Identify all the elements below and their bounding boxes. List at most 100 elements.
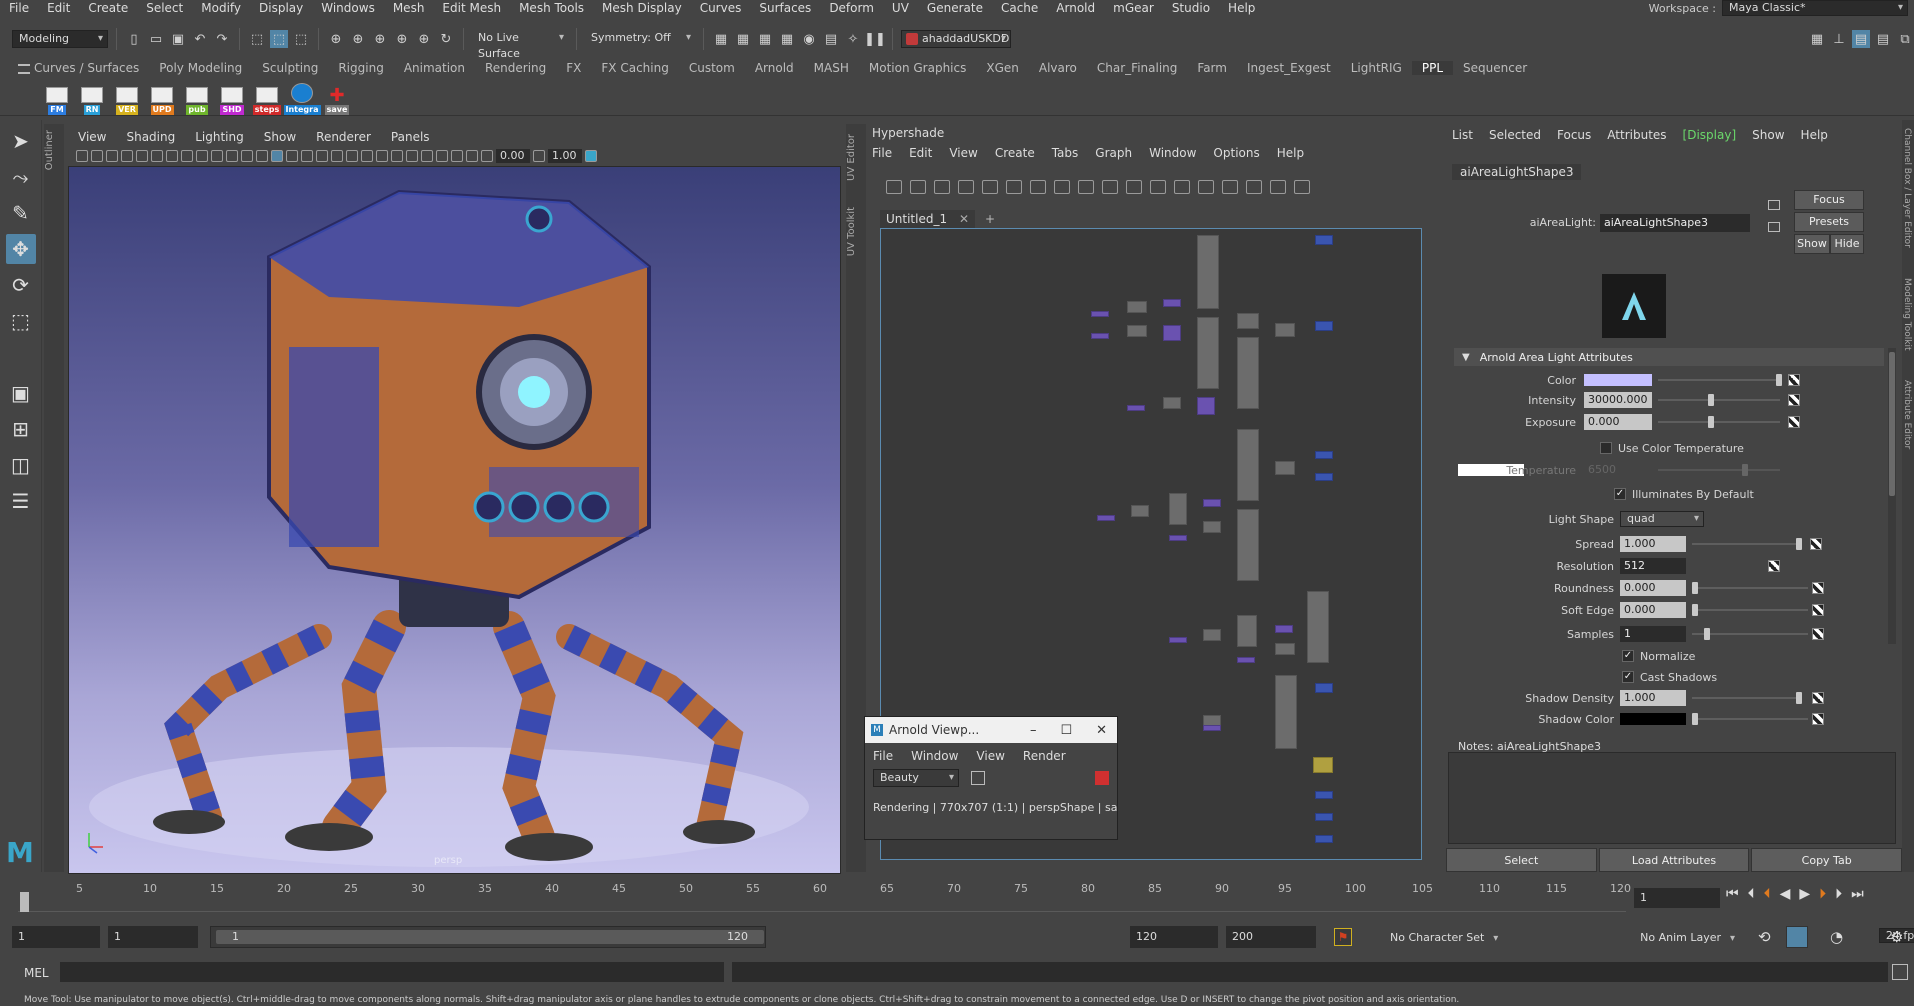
add-tab-button[interactable]: + [985, 212, 995, 226]
ae-node-tab[interactable]: aiAreaLightShape3 [1452, 164, 1582, 180]
textured-icon[interactable] [316, 150, 328, 162]
xray-joints-icon[interactable] [466, 150, 478, 162]
custom-mode-icon[interactable] [1150, 180, 1166, 194]
graph-node[interactable] [1131, 505, 1149, 517]
graph-node[interactable] [1275, 461, 1295, 475]
ae-menu-attributes[interactable]: Attributes [1607, 128, 1666, 142]
graph-node[interactable] [1197, 235, 1219, 309]
move-tool-icon[interactable]: ✥ [5, 234, 36, 264]
shadows-icon[interactable] [346, 150, 358, 162]
graph-node-shader[interactable] [1127, 405, 1145, 411]
shelf-tab-sculpting[interactable]: Sculpting [252, 61, 328, 75]
create-bookmark-icon[interactable] [1054, 180, 1070, 194]
cache-playback-icon[interactable] [1786, 926, 1808, 948]
shadow-density-field[interactable]: 1.000 [1620, 690, 1686, 706]
exposure-slider-knob[interactable] [1708, 416, 1714, 428]
use-all-lights-icon[interactable] [331, 150, 343, 162]
shelf-tab-curves-surfaces[interactable]: Curves / Surfaces [24, 61, 149, 75]
render-view-icon[interactable]: ▦ [712, 30, 730, 48]
exposure-slider[interactable] [1658, 421, 1780, 423]
shelf-tab-arnold[interactable]: Arnold [745, 61, 804, 75]
default-material-icon[interactable] [286, 150, 298, 162]
viewport-menu-view[interactable]: View [68, 130, 116, 144]
range-slider-bar[interactable]: 1 120 [216, 930, 764, 944]
arnold-menu-render[interactable]: Render [1023, 749, 1066, 763]
depth-of-field-icon[interactable] [406, 150, 418, 162]
current-frame-field[interactable]: 1 [1634, 888, 1720, 908]
soft-edge-map-button[interactable] [1812, 604, 1824, 616]
graph-node[interactable] [1275, 323, 1295, 337]
menu-curves[interactable]: Curves [691, 0, 751, 16]
full-mode-icon[interactable] [1126, 180, 1142, 194]
safe-action-icon[interactable] [241, 150, 253, 162]
shelf-tab-poly-modeling[interactable]: Poly Modeling [149, 61, 252, 75]
anti-aliasing-icon[interactable] [391, 150, 403, 162]
start-time-field[interactable]: 1 [12, 926, 100, 948]
new-scene-icon[interactable]: ▯ [125, 30, 143, 48]
intensity-field[interactable]: 30000.000 [1584, 392, 1652, 408]
color-management-icon[interactable] [585, 150, 597, 162]
step-back-key-icon[interactable]: ⏴ [1764, 886, 1771, 902]
undo-icon[interactable]: ↶ [191, 30, 209, 48]
select-object-icon[interactable]: ⬚ [270, 30, 288, 48]
arnold-menu-view[interactable]: View [976, 749, 1004, 763]
menu-surfaces[interactable]: Surfaces [750, 0, 820, 16]
snap-to-grid-icon[interactable] [1246, 180, 1262, 194]
step-back-icon[interactable]: ⏴ [1748, 886, 1755, 902]
resolution-map-button[interactable] [1768, 560, 1780, 572]
shelf-button-pub[interactable]: pub [182, 81, 212, 115]
menu-modify[interactable]: Modify [192, 0, 250, 16]
shelf-button-steps[interactable]: steps [252, 81, 282, 115]
shelf-tab-motion-graphics[interactable]: Motion Graphics [859, 61, 977, 75]
menu-cache[interactable]: Cache [992, 0, 1047, 16]
select-camera-icon[interactable] [76, 150, 88, 162]
playback-end-field[interactable]: 120 [1130, 926, 1218, 948]
menu-edit[interactable]: Edit [38, 0, 79, 16]
graph-node-shader[interactable] [1163, 325, 1181, 341]
audio-icon[interactable]: ◔ [1830, 928, 1843, 946]
menu-edit-mesh[interactable]: Edit Mesh [433, 0, 510, 16]
color-slider-knob[interactable] [1776, 374, 1782, 386]
ae-menu-help[interactable]: Help [1801, 128, 1828, 142]
spread-field[interactable]: 1.000 [1620, 536, 1686, 552]
viewport-3d[interactable]: persp [68, 166, 841, 874]
screenshot-icon[interactable] [1294, 180, 1310, 194]
symmetry-dropdown[interactable]: Symmetry: Off [585, 30, 695, 48]
hypershade-menu-file[interactable]: File [872, 146, 901, 160]
graph-node[interactable] [1275, 643, 1295, 655]
remove-selected-icon[interactable] [1006, 180, 1022, 194]
ae-select-button[interactable]: Select [1446, 848, 1597, 872]
go-to-start-icon[interactable]: ⏮ [1726, 886, 1739, 902]
crop-region-icon[interactable] [971, 771, 985, 785]
menu-studio[interactable]: Studio [1163, 0, 1219, 16]
cast-shadows-checkbox[interactable]: ✓ [1622, 671, 1634, 683]
go-to-input-icon[interactable] [1768, 200, 1780, 210]
grid-icon[interactable] [166, 150, 178, 162]
shelf-button-save[interactable]: ✚ save [322, 81, 352, 115]
outliner-layout-icon[interactable]: ☰ [6, 486, 36, 516]
exposure-icon[interactable] [481, 150, 493, 162]
connected-mode-icon[interactable] [1102, 180, 1118, 194]
menu-arnold[interactable]: Arnold [1047, 0, 1104, 16]
snap-surface-icon[interactable]: ⊕ [415, 30, 433, 48]
menu-help[interactable]: Help [1219, 0, 1264, 16]
redo-icon[interactable]: ↷ [213, 30, 231, 48]
snap-grid-icon[interactable]: ⊕ [327, 30, 345, 48]
hypershade-menu-view[interactable]: View [949, 146, 986, 160]
graph-node[interactable] [1237, 337, 1259, 409]
viewport-menu-lighting[interactable]: Lighting [185, 130, 254, 144]
graph-node-shader[interactable] [1197, 397, 1215, 415]
graph-node-shader[interactable] [1091, 333, 1109, 339]
hypershade-menu-create[interactable]: Create [995, 146, 1044, 160]
uv-editor-strip[interactable]: UV Editor UV Toolkit [846, 124, 866, 872]
aov-dropdown[interactable]: Beauty [873, 769, 959, 787]
play-backwards-icon[interactable]: ◀ [1780, 886, 1791, 902]
user-account-dropdown[interactable]: ahaddadUSKDD [901, 30, 1011, 48]
ae-scroll-thumb[interactable] [1889, 352, 1895, 496]
graph-node[interactable] [1197, 317, 1219, 389]
graph-node-texture[interactable] [1315, 683, 1333, 693]
character-set-dropdown[interactable]: No Character Set [1384, 931, 1503, 944]
shelf-tab-fx[interactable]: FX [556, 61, 591, 75]
graph-node[interactable] [1203, 629, 1221, 641]
gate-mask-icon[interactable] [211, 150, 223, 162]
